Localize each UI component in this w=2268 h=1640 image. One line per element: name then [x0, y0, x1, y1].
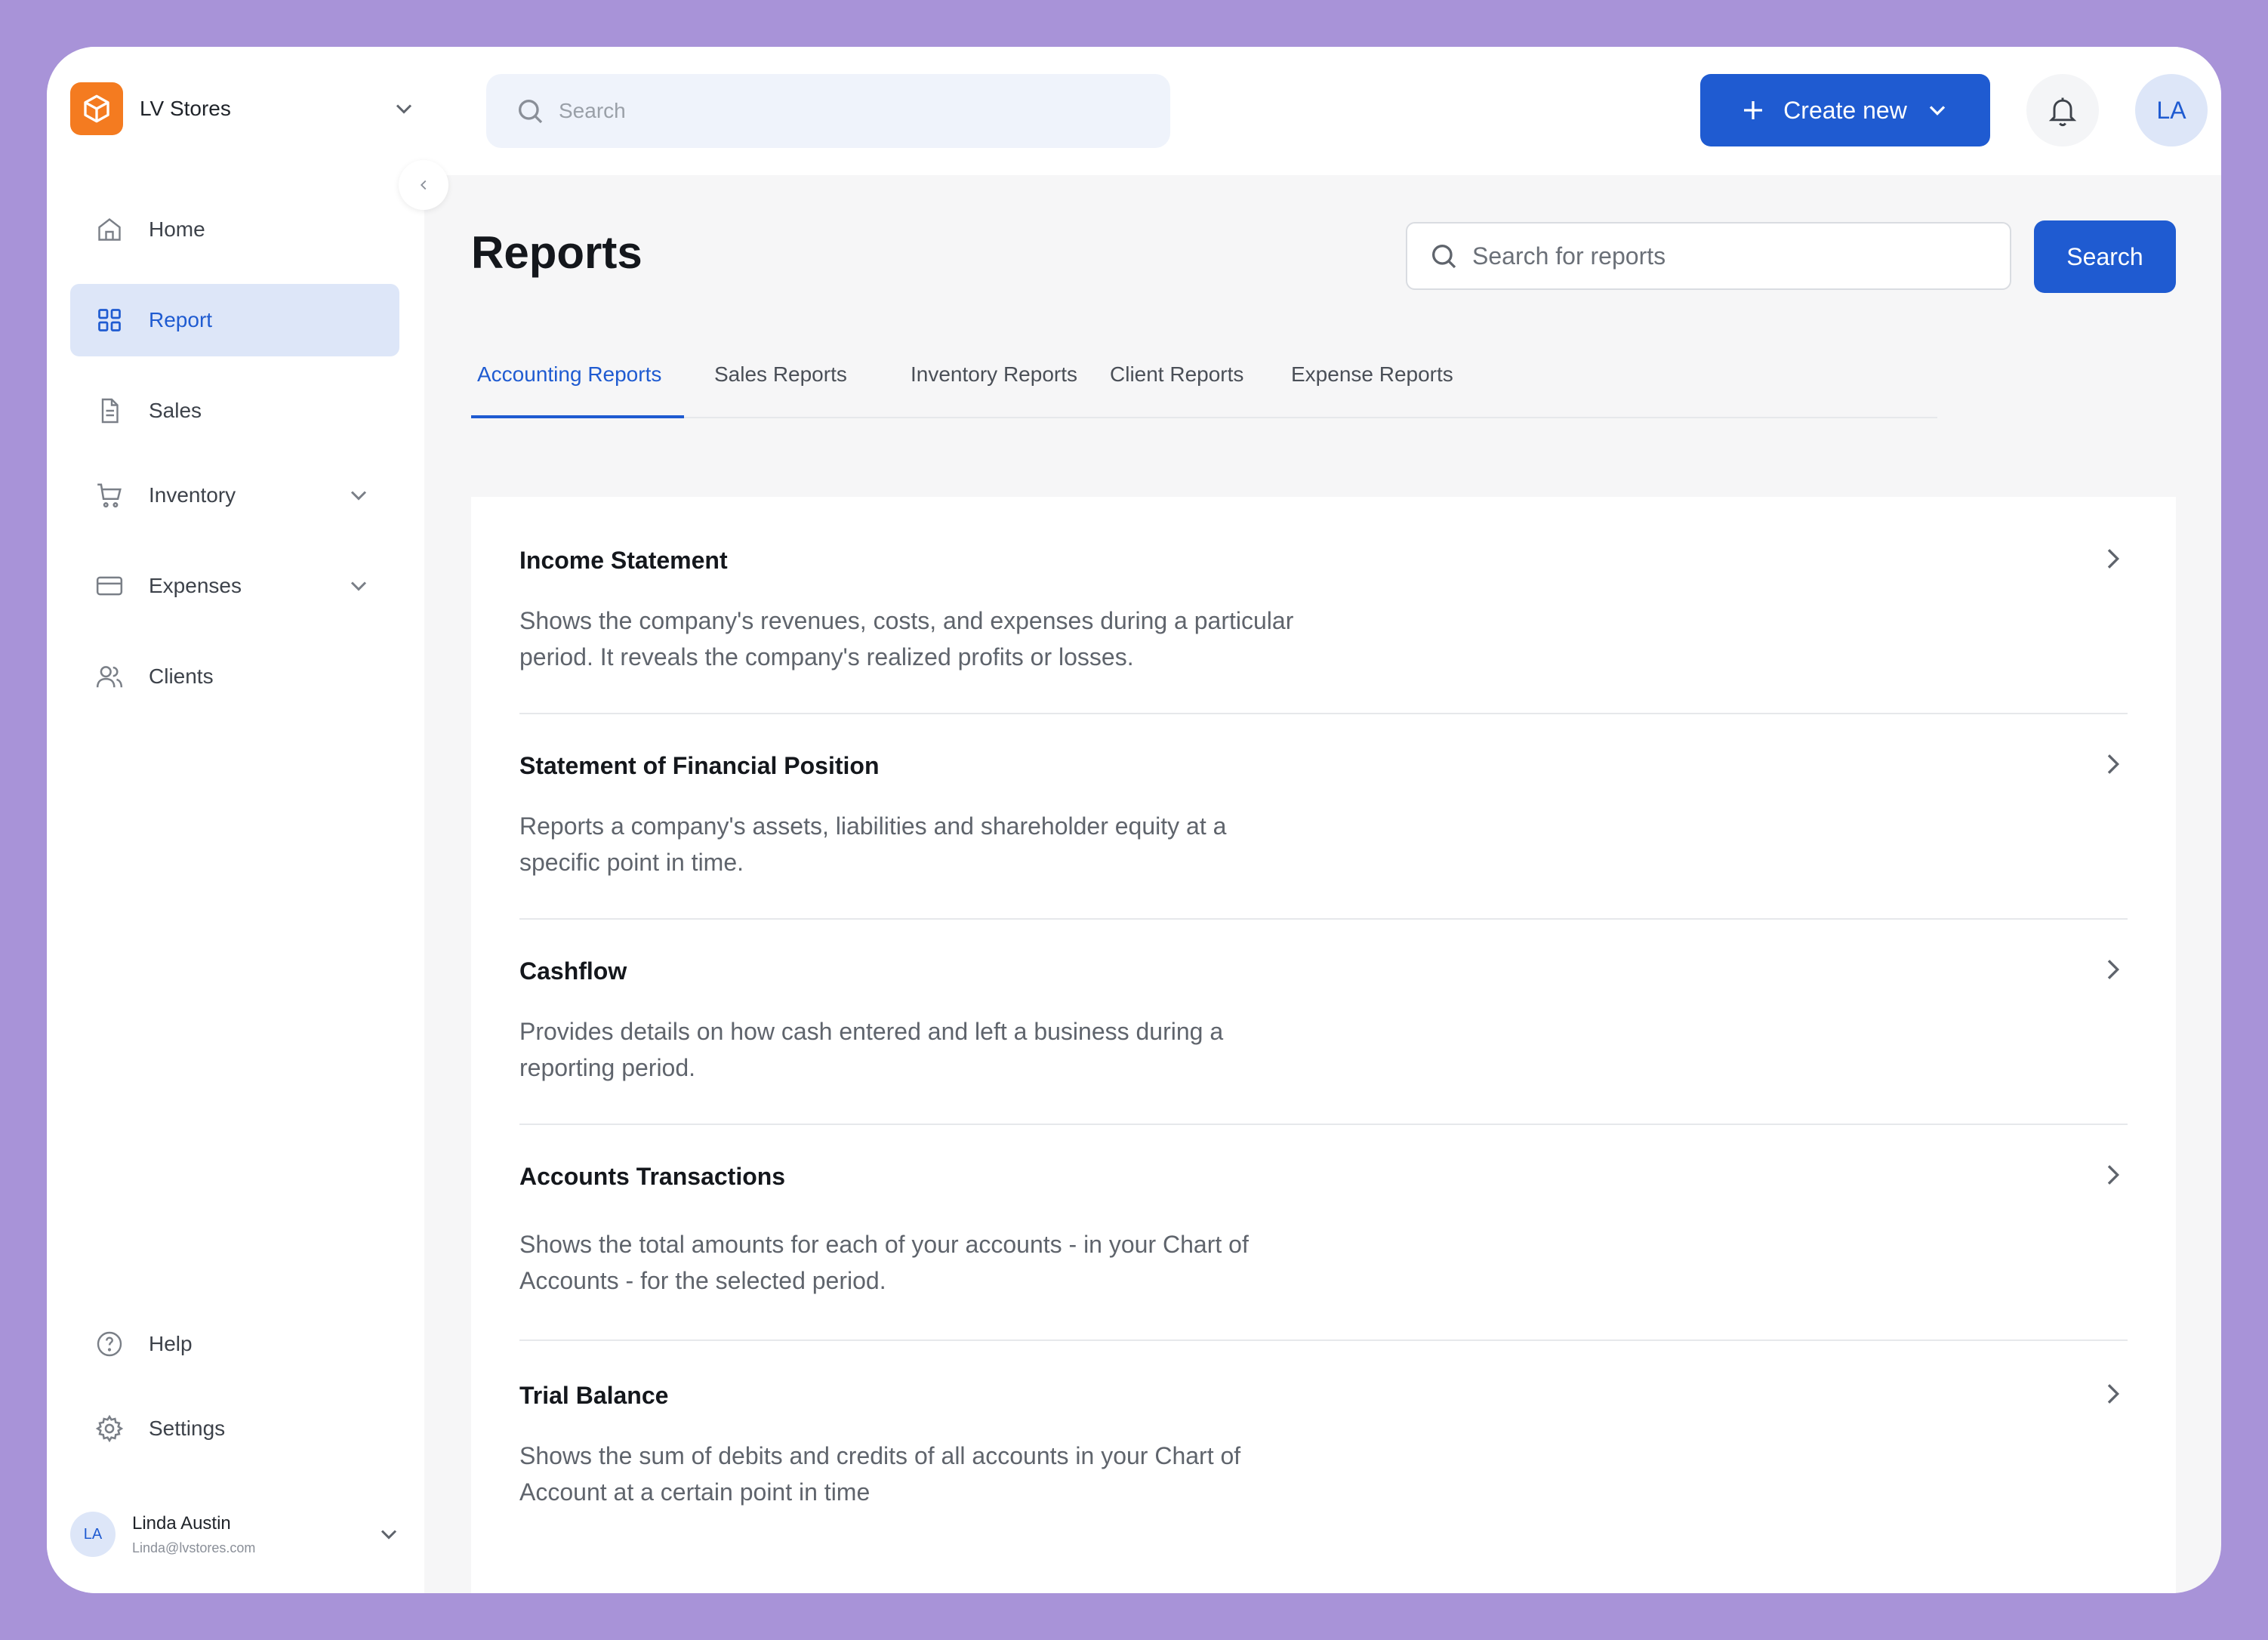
bell-icon: [2048, 97, 2077, 127]
main-content: Reports Search for reports Search Accoun…: [424, 175, 2221, 1593]
report-title: Cashflow: [519, 957, 627, 985]
chevron-right-icon[interactable]: [2097, 1379, 2128, 1409]
user-name: Linda Austin: [132, 1512, 231, 1534]
app-window: LV Stores Home Report Sales Inventory Ex…: [47, 47, 2221, 1593]
avatar: LA: [70, 1512, 116, 1557]
chevron-right-icon[interactable]: [2097, 1160, 2128, 1190]
report-description: Shows the sum of debits and credits of a…: [519, 1442, 1241, 1506]
list-item[interactable]: Cashflow Provides details on how cash en…: [519, 908, 2128, 1125]
collapse-sidebar-button[interactable]: [399, 160, 448, 210]
report-title: Trial Balance: [519, 1382, 669, 1409]
tab-accounting-reports[interactable]: Accounting Reports: [471, 356, 684, 418]
report-description: Provides details on how cash entered and…: [519, 1018, 1224, 1081]
list-item[interactable]: Trial Balance Shows the sum of debits an…: [519, 1330, 2128, 1557]
chevron-right-icon[interactable]: [2097, 544, 2128, 574]
chevron-down-icon: [1929, 106, 1945, 116]
chevron-down-icon: [381, 1530, 397, 1540]
home-icon: [94, 214, 125, 245]
sidebar-item-report[interactable]: Report: [70, 284, 399, 356]
store-switcher[interactable]: LV Stores: [70, 82, 418, 136]
document-icon: [94, 396, 125, 426]
credit-card-icon: [94, 571, 125, 601]
sidebar-item-label: Home: [149, 217, 205, 241]
box-icon: [70, 82, 123, 135]
sidebar-item-clients[interactable]: Clients: [70, 640, 399, 713]
search-icon: [519, 100, 543, 124]
search-button[interactable]: Search: [2034, 220, 2176, 293]
list-item[interactable]: Income Statement Shows the company's rev…: [519, 497, 2128, 714]
create-new-label: Create new: [1783, 96, 1907, 124]
sidebar-item-sales[interactable]: Sales: [70, 375, 399, 447]
global-search-input[interactable]: Search: [486, 74, 1170, 148]
report-tabs: Accounting Reports Sales Reports Invento…: [471, 356, 1937, 418]
sidebar: LV Stores Home Report Sales Inventory Ex…: [47, 47, 424, 1593]
sidebar-item-label: Clients: [149, 664, 214, 688]
reports-list: Income Statement Shows the company's rev…: [471, 497, 2176, 1593]
user-info: Linda Austin Linda@lvstores.com: [132, 1513, 255, 1556]
notifications-button[interactable]: [2026, 74, 2099, 146]
search-icon: [1432, 245, 1456, 269]
sidebar-item-inventory[interactable]: Inventory: [70, 459, 399, 532]
report-description: Reports a company's assets, liabilities …: [519, 812, 1227, 876]
cart-icon: [94, 480, 125, 510]
tab-expense-reports[interactable]: Expense Reports: [1291, 356, 1453, 418]
sidebar-item-expenses[interactable]: Expenses: [70, 550, 399, 622]
user-profile[interactable]: LA Linda Austin Linda@lvstores.com: [70, 1506, 402, 1563]
help-icon: [94, 1329, 125, 1359]
report-description: Shows the company's revenues, costs, and…: [519, 607, 1294, 670]
sidebar-item-label: Expenses: [149, 574, 242, 597]
chevron-right-icon[interactable]: [2097, 749, 2128, 779]
sidebar-item-settings[interactable]: Settings: [70, 1398, 399, 1459]
gear-icon: [94, 1413, 125, 1444]
chevron-down-icon: [396, 104, 412, 114]
report-title: Statement of Financial Position: [519, 752, 880, 779]
create-new-button[interactable]: Create new: [1700, 74, 1990, 146]
list-item[interactable]: Accounts Transactions Shows the total am…: [519, 1113, 2128, 1341]
search-placeholder: Search: [559, 99, 626, 122]
sidebar-item-home[interactable]: Home: [70, 193, 399, 266]
report-title: Income Statement: [519, 547, 728, 574]
sidebar-item-help[interactable]: Help: [70, 1314, 399, 1374]
sidebar-item-label: Help: [149, 1332, 193, 1355]
grid-icon: [94, 305, 125, 335]
top-bar: Search Create new LA: [424, 47, 2221, 175]
store-name: LV Stores: [140, 97, 231, 120]
sidebar-item-label: Inventory: [149, 483, 236, 507]
chevron-left-icon: [420, 180, 427, 190]
tab-inventory-reports[interactable]: Inventory Reports: [911, 356, 1077, 418]
search-placeholder: Search for reports: [1472, 242, 1666, 270]
report-title: Accounts Transactions: [519, 1163, 786, 1190]
tab-sales-reports[interactable]: Sales Reports: [714, 356, 847, 418]
chevron-down-icon: [350, 581, 367, 591]
users-icon: [94, 661, 125, 692]
plus-icon: [1744, 101, 1763, 119]
sidebar-item-label: Settings: [149, 1417, 226, 1440]
user-email: Linda@lvstores.com: [132, 1540, 256, 1555]
tab-client-reports[interactable]: Client Reports: [1110, 356, 1243, 418]
report-description: Shows the total amounts for each of your…: [519, 1231, 1249, 1294]
chevron-down-icon: [350, 491, 367, 501]
reports-search-input[interactable]: Search for reports: [1406, 222, 2011, 290]
sidebar-item-label: Sales: [149, 399, 202, 422]
list-item[interactable]: Statement of Financial Position Reports …: [519, 702, 2128, 920]
chevron-right-icon[interactable]: [2097, 954, 2128, 985]
avatar[interactable]: LA: [2135, 74, 2208, 146]
sidebar-item-label: Report: [149, 308, 213, 331]
page-title: Reports: [471, 227, 642, 278]
